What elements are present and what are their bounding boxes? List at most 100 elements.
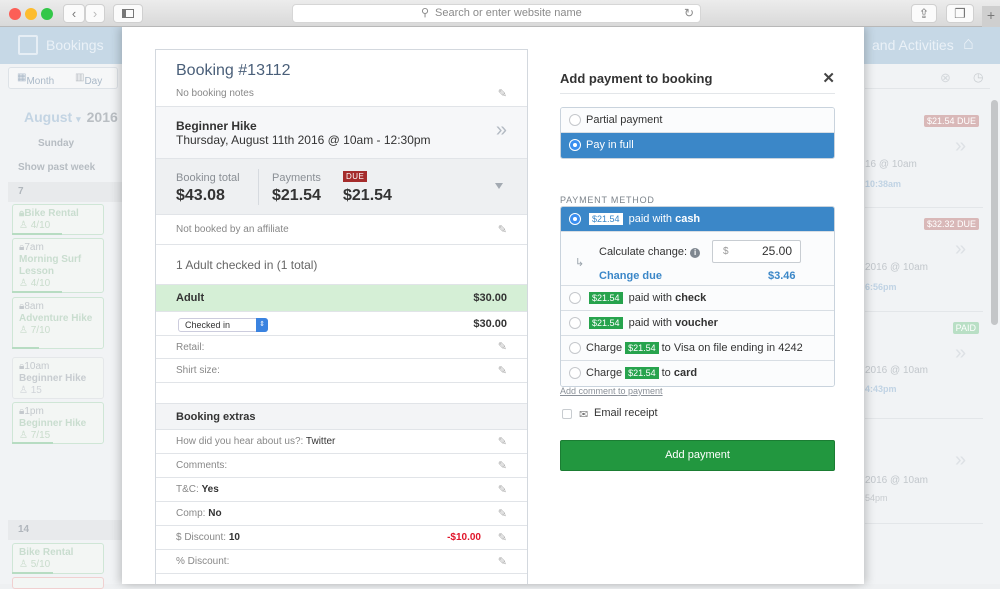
- clear-icon[interactable]: ⊗: [940, 70, 951, 86]
- edit-extra-icon[interactable]: ✎: [498, 478, 507, 502]
- affiliate-text: Not booked by an affiliate: [176, 224, 289, 235]
- calendar-event[interactable]: [12, 577, 104, 589]
- booking-card[interactable]: PAID » 2016 @ 10am 4:43pm: [865, 312, 983, 419]
- edit-extra-icon[interactable]: ✎: [498, 430, 507, 454]
- radio[interactable]: [569, 213, 581, 225]
- tabs-button[interactable]: ❐: [946, 4, 974, 23]
- app-title[interactable]: Bookings: [46, 37, 104, 53]
- card-on-file-option[interactable]: Charge $21.54 to Visa on file ending in 42…: [561, 336, 834, 361]
- forward-button[interactable]: ›: [85, 4, 105, 23]
- booking-time: 4:43pm: [865, 384, 897, 394]
- partial-payment-option[interactable]: Partial payment: [561, 108, 834, 133]
- scrollbar[interactable]: [991, 100, 998, 325]
- check-option[interactable]: $21.54 paid with check: [561, 286, 834, 311]
- calendar-event[interactable]: 🔒︎Bike Rental ♙ 4/10: [12, 204, 104, 235]
- search-icon: ⚲: [421, 7, 430, 19]
- booking-modal: Booking #13112 No booking notes ✎ Beginn…: [122, 27, 864, 584]
- due-badge: DUE: [343, 171, 368, 182]
- activity-datetime: Thursday, August 11th 2016 @ 10am - 12:3…: [176, 133, 431, 147]
- add-comment-link[interactable]: Add comment to payment: [560, 386, 663, 396]
- extra-label: $ Discount:: [176, 532, 227, 543]
- radio[interactable]: [569, 139, 581, 151]
- close-icon[interactable]: ✕: [822, 69, 835, 87]
- booking-card[interactable]: $32.32 DUE » 2016 @ 10am 6:56pm: [865, 208, 983, 312]
- shirt-row: Shirt size: ✎: [156, 359, 527, 383]
- chevron-right-icon: »: [955, 342, 967, 364]
- new-tab-button[interactable]: +: [982, 6, 1000, 27]
- extra-label: How did you hear about us?:: [176, 436, 304, 447]
- pay-in-full-option[interactable]: Pay in full: [561, 133, 834, 158]
- info-icon[interactable]: i: [690, 248, 701, 258]
- email-receipt-checkbox[interactable]: [562, 409, 572, 419]
- edit-extra-icon[interactable]: ✎: [498, 550, 507, 574]
- calendar-event[interactable]: 🔒︎1pm Beginner Hike ♙ 7/15: [12, 402, 104, 444]
- due-badge: $32.32 DUE: [923, 218, 979, 230]
- payments-label: Payments: [272, 172, 321, 184]
- month-selector[interactable]: August ▾ 2016: [24, 109, 118, 125]
- edit-extra-icon[interactable]: ✎: [498, 502, 507, 526]
- cash-option[interactable]: $21.54 paid with cash: [561, 207, 834, 232]
- card-option[interactable]: Charge $21.54 to card: [561, 361, 834, 386]
- radio[interactable]: [569, 114, 581, 126]
- activity-row[interactable]: Beginner Hike Thursday, August 11th 2016…: [156, 107, 527, 159]
- extra-value: 10: [228, 532, 240, 543]
- event-time-value: 10am: [24, 361, 50, 372]
- extra-row: % Discount: ✎: [156, 550, 527, 574]
- calendar-event[interactable]: 🔒︎8am Adventure Hike ♙ 7/10: [12, 297, 104, 349]
- radio[interactable]: [569, 367, 581, 379]
- radio[interactable]: [569, 342, 581, 354]
- chevron-right-icon: »: [955, 135, 967, 157]
- minimize-window-button[interactable]: [25, 8, 37, 20]
- view-month-tab[interactable]: ▦ Month: [17, 72, 54, 87]
- totals-row[interactable]: Booking total $43.08 Payments $21.54 DUE…: [156, 159, 527, 215]
- amount-badge: $21.54: [625, 367, 659, 379]
- app-nav-activities[interactable]: and Activities: [872, 37, 954, 53]
- booking-date: 2016 @ 10am: [865, 365, 928, 376]
- discount-amount: -$10.00: [447, 532, 481, 543]
- edit-extra-icon[interactable]: ✎: [498, 454, 507, 478]
- view-switcher: ▦ Month ▥ Day: [8, 67, 118, 89]
- add-payment-button[interactable]: Add payment: [560, 440, 835, 471]
- voucher-option[interactable]: $21.54 paid with voucher: [561, 311, 834, 336]
- edit-notes-icon[interactable]: ✎: [498, 87, 507, 100]
- edit-shirt-icon[interactable]: ✎: [498, 359, 507, 383]
- caret-down-icon[interactable]: [495, 183, 503, 189]
- extras-title: Booking extras: [176, 411, 256, 423]
- tendered-amount-input[interactable]: $: [712, 240, 801, 263]
- capacity-value: 5/10: [30, 559, 51, 570]
- zoom-window-button[interactable]: [41, 8, 53, 20]
- extra-row: T&C: Yes ✎: [156, 478, 527, 502]
- calendar-event[interactable]: 🔒︎10am Beginner Hike ♙ 15: [12, 357, 104, 399]
- address-bar[interactable]: ⚲ Search or enter website name ↻: [292, 4, 701, 23]
- booking-card[interactable]: $21.54 DUE » 16 @ 10am 10:38am: [865, 95, 983, 208]
- envelope-icon: ✉: [579, 409, 589, 421]
- calendar-event[interactable]: Bike Rental ♙ 5/10: [12, 543, 104, 574]
- chevron-right-icon: »: [495, 119, 507, 141]
- radio[interactable]: [569, 292, 581, 304]
- share-button[interactable]: ⇪: [911, 4, 937, 23]
- payments-value: $21.54: [272, 187, 321, 204]
- booking-time: 54pm: [865, 493, 888, 503]
- reload-icon[interactable]: ↻: [684, 5, 694, 22]
- calendar-event[interactable]: 🔒︎7am Morning Surf Lesson ♙ 4/10: [12, 238, 104, 293]
- booking-card[interactable]: » 2016 @ 10am 54pm: [865, 419, 983, 524]
- edit-affiliate-icon[interactable]: ✎: [498, 215, 507, 245]
- clock-icon[interactable]: ◷: [973, 70, 983, 84]
- view-day-label: Day: [84, 76, 103, 87]
- edit-extra-icon[interactable]: ✎: [498, 526, 507, 550]
- edit-retail-icon[interactable]: ✎: [498, 336, 507, 359]
- back-button[interactable]: ‹: [63, 4, 85, 23]
- show-past-week-link[interactable]: Show past week: [18, 162, 95, 173]
- extra-row: Comments: ✎: [156, 454, 527, 478]
- radio[interactable]: [569, 317, 581, 329]
- event-name: Bike Rental: [19, 547, 74, 558]
- email-receipt-label: Email receipt: [594, 407, 658, 419]
- payment-title: Add payment to booking: [560, 71, 713, 86]
- currency-symbol: $: [723, 246, 729, 257]
- tendered-amount-field[interactable]: [732, 244, 792, 258]
- view-day-tab[interactable]: ▥ Day: [75, 72, 102, 87]
- checkin-status-select[interactable]: Checked in ⇕: [178, 318, 268, 332]
- extras-header: Booking extras: [156, 404, 527, 430]
- close-window-button[interactable]: [9, 8, 21, 20]
- sidebar-toggle-button[interactable]: [113, 4, 143, 23]
